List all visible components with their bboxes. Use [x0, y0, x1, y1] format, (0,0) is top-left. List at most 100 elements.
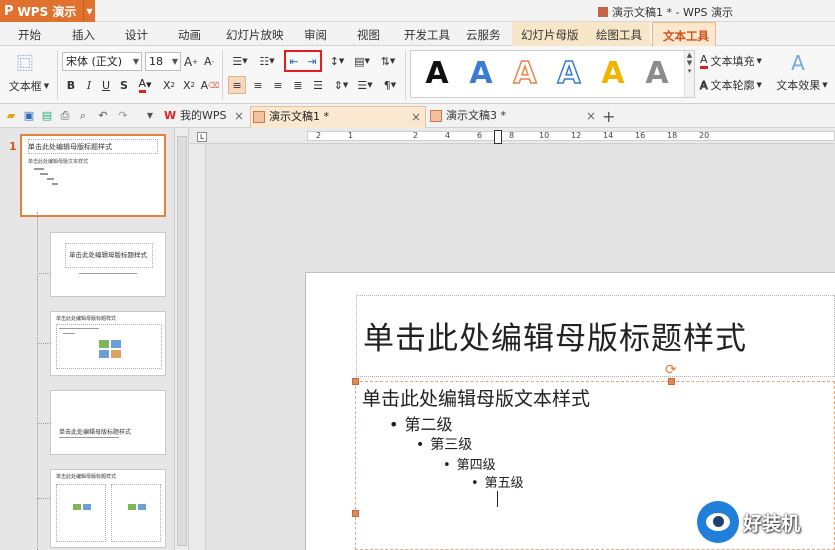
tab-view[interactable]: 视图 — [357, 27, 380, 43]
resize-handle[interactable] — [352, 378, 359, 385]
redo-icon[interactable]: ↷ — [116, 109, 130, 123]
tab-home[interactable]: 开始 — [18, 27, 41, 43]
close-icon[interactable]: × — [411, 107, 421, 127]
indent-marker[interactable] — [494, 130, 502, 144]
columns-icon[interactable]: ▤ ▼ — [351, 52, 373, 70]
tab-developer[interactable]: 开发工具 — [404, 27, 450, 43]
paragraph-icon[interactable]: ¶ ▼ — [380, 76, 400, 94]
print-preview-icon[interactable]: ⌕ — [76, 109, 90, 123]
distributed-icon[interactable]: ☰ — [310, 76, 326, 94]
slide-title[interactable]: 单击此处编辑母版标题样式 — [363, 313, 747, 358]
indent-highlight-box — [284, 50, 322, 72]
subscript-button[interactable]: X2 — [180, 76, 198, 94]
resize-handle[interactable] — [352, 510, 359, 517]
numbered-list-icon[interactable]: ☷ ▼ — [256, 52, 278, 70]
font-name-select[interactable]: 宋体 (正文) ▼ — [62, 52, 142, 71]
tab-animation[interactable]: 动画 — [178, 27, 201, 43]
tab-my-wps[interactable]: W 我的WPS × — [162, 106, 248, 128]
presentation-icon — [253, 111, 265, 123]
tab-cloud[interactable]: 云服务 — [466, 27, 501, 43]
layout-thumbnail-two-content[interactable]: 单击此处编辑母版标题样式 — [50, 311, 166, 376]
style-gray-icon[interactable]: A — [637, 55, 677, 93]
textbox-button[interactable]: 文本框 ▼ — [4, 78, 54, 94]
align-left-icon[interactable]: ≡ — [228, 76, 246, 94]
layout-thumbnail-title[interactable]: 单击此处编辑母版标题样式 — [50, 232, 166, 297]
tab-slide-master[interactable]: 幻灯片母版 — [512, 22, 587, 46]
style-blue-icon[interactable]: A — [461, 55, 501, 93]
font-size-select[interactable]: 18 ▼ — [145, 52, 181, 71]
italic-button[interactable]: I — [82, 76, 96, 94]
chevron-down-icon[interactable]: ▼ — [83, 0, 95, 22]
line-spacing-icon[interactable]: ↕ ▼ — [326, 52, 348, 70]
undo-icon[interactable]: ↶ — [96, 109, 110, 123]
customize-toolbar-icon[interactable]: ▼ — [143, 109, 157, 123]
presentation-icon — [430, 110, 442, 122]
thumb-image-icon — [99, 350, 109, 358]
tab-document-1[interactable]: 演示文稿1 * × — [250, 106, 426, 128]
ruler-number: 2 — [316, 131, 322, 140]
grow-font-icon[interactable]: A + — [184, 52, 198, 71]
align-center-icon[interactable]: ≡ — [250, 76, 266, 94]
style-black-icon[interactable]: A — [417, 55, 457, 93]
save-icon[interactable]: ▣ — [22, 109, 36, 123]
close-icon[interactable]: × — [234, 106, 244, 126]
document-tab-bar: ▰ ▣ ▤ ⎙ ⌕ ↶ ↷ ▼ W 我的WPS × 演示文稿1 * × 演示文稿… — [0, 104, 835, 128]
thumb-title: 单击此处编辑母版标题样式 — [28, 143, 112, 151]
bold-button[interactable]: B — [64, 76, 78, 94]
ruler-number: 16 — [635, 131, 646, 140]
underline-button[interactable]: U — [99, 76, 113, 94]
text-outline-button[interactable]: A 文本轮廓 ▼ — [700, 76, 770, 94]
ruler-number: 6 — [477, 131, 483, 140]
textbox-icon[interactable]: ⿴ — [10, 50, 40, 74]
separator — [222, 50, 223, 100]
clear-format-icon[interactable]: A ⌫ — [201, 76, 220, 94]
thumb-content-placeholder — [56, 324, 162, 369]
gallery-scroll[interactable]: ▲ ▼ ▾ — [684, 51, 694, 97]
tab-review[interactable]: 审阅 — [304, 27, 327, 43]
thumb-title: 单击此处编辑母版标题样式 — [69, 251, 147, 259]
tab-design[interactable]: 设计 — [125, 27, 148, 43]
resize-handle[interactable] — [668, 378, 675, 385]
tab-text-tools[interactable]: 文本工具 — [652, 22, 716, 47]
tab-stop-selector[interactable]: L — [197, 132, 207, 142]
wps-logo-icon: P — [4, 3, 14, 19]
rotate-handle-icon[interactable]: ⟳ — [665, 362, 677, 378]
align-right-icon[interactable]: ≡ — [270, 76, 286, 94]
thumb-title: 单击此处编辑母版标题样式 — [59, 429, 132, 436]
thumbnail-pane-scrollbar[interactable] — [175, 128, 189, 550]
layout-thumbnail-section[interactable]: 单击此处编辑母版标题样式 — [50, 390, 166, 455]
font-color-button[interactable]: A ▼ — [134, 76, 156, 94]
master-slide-thumbnail[interactable]: 单击此处编辑母版标题样式 单击此处编辑母版文本样式 — [20, 134, 166, 217]
tab-drawing-tools[interactable]: 绘图工具 — [587, 22, 650, 46]
text-fill-button[interactable]: A 文本填充 ▼ — [700, 52, 770, 70]
paragraph-spacing-icon[interactable]: ☰ ▼ — [355, 76, 375, 94]
body-level-2: • 第二级 — [389, 415, 453, 434]
new-tab-icon[interactable]: + — [602, 107, 615, 126]
open-folder-icon[interactable]: ▰ — [4, 109, 18, 123]
print-icon[interactable]: ⎙ — [58, 109, 72, 123]
scrollbar-thumb[interactable] — [177, 136, 187, 546]
justify-icon[interactable]: ≣ — [290, 76, 306, 94]
superscript-button[interactable]: X2 — [160, 76, 178, 94]
style-gold-icon[interactable]: A — [593, 55, 633, 93]
tab-insert[interactable]: 插入 — [72, 27, 95, 43]
close-icon[interactable]: × — [586, 106, 596, 126]
save-as-icon[interactable]: ▤ — [40, 109, 54, 123]
style-orange-outline-icon[interactable]: A — [505, 55, 545, 93]
thumb-content-placeholder — [111, 484, 161, 542]
style-blue-outline-icon[interactable]: A — [549, 55, 589, 93]
app-menu-button[interactable]: P WPS 演示 ▼ — [0, 0, 95, 22]
thumb-line — [40, 173, 48, 175]
text-effect-button[interactable]: 文本效果 ▼ — [773, 76, 831, 94]
shadow-button[interactable]: S — [117, 76, 131, 94]
shrink-font-icon[interactable]: A- — [202, 52, 216, 71]
text-effect-icon[interactable]: A — [786, 50, 810, 76]
text-direction-icon[interactable]: ⇅ ▼ — [377, 52, 399, 70]
tab-document-3[interactable]: 演示文稿3 * × — [428, 106, 600, 128]
layout-thumbnail-comparison[interactable]: 单击此处编辑母版标题样式 — [50, 469, 166, 548]
vertical-ruler — [190, 144, 206, 550]
ruler-number: 20 — [699, 131, 710, 140]
bullet-list-icon[interactable]: ☰ ▼ — [229, 52, 251, 70]
vertical-align-icon[interactable]: ⇕ ▼ — [331, 76, 351, 94]
tab-slideshow[interactable]: 幻灯片放映 — [226, 27, 284, 43]
